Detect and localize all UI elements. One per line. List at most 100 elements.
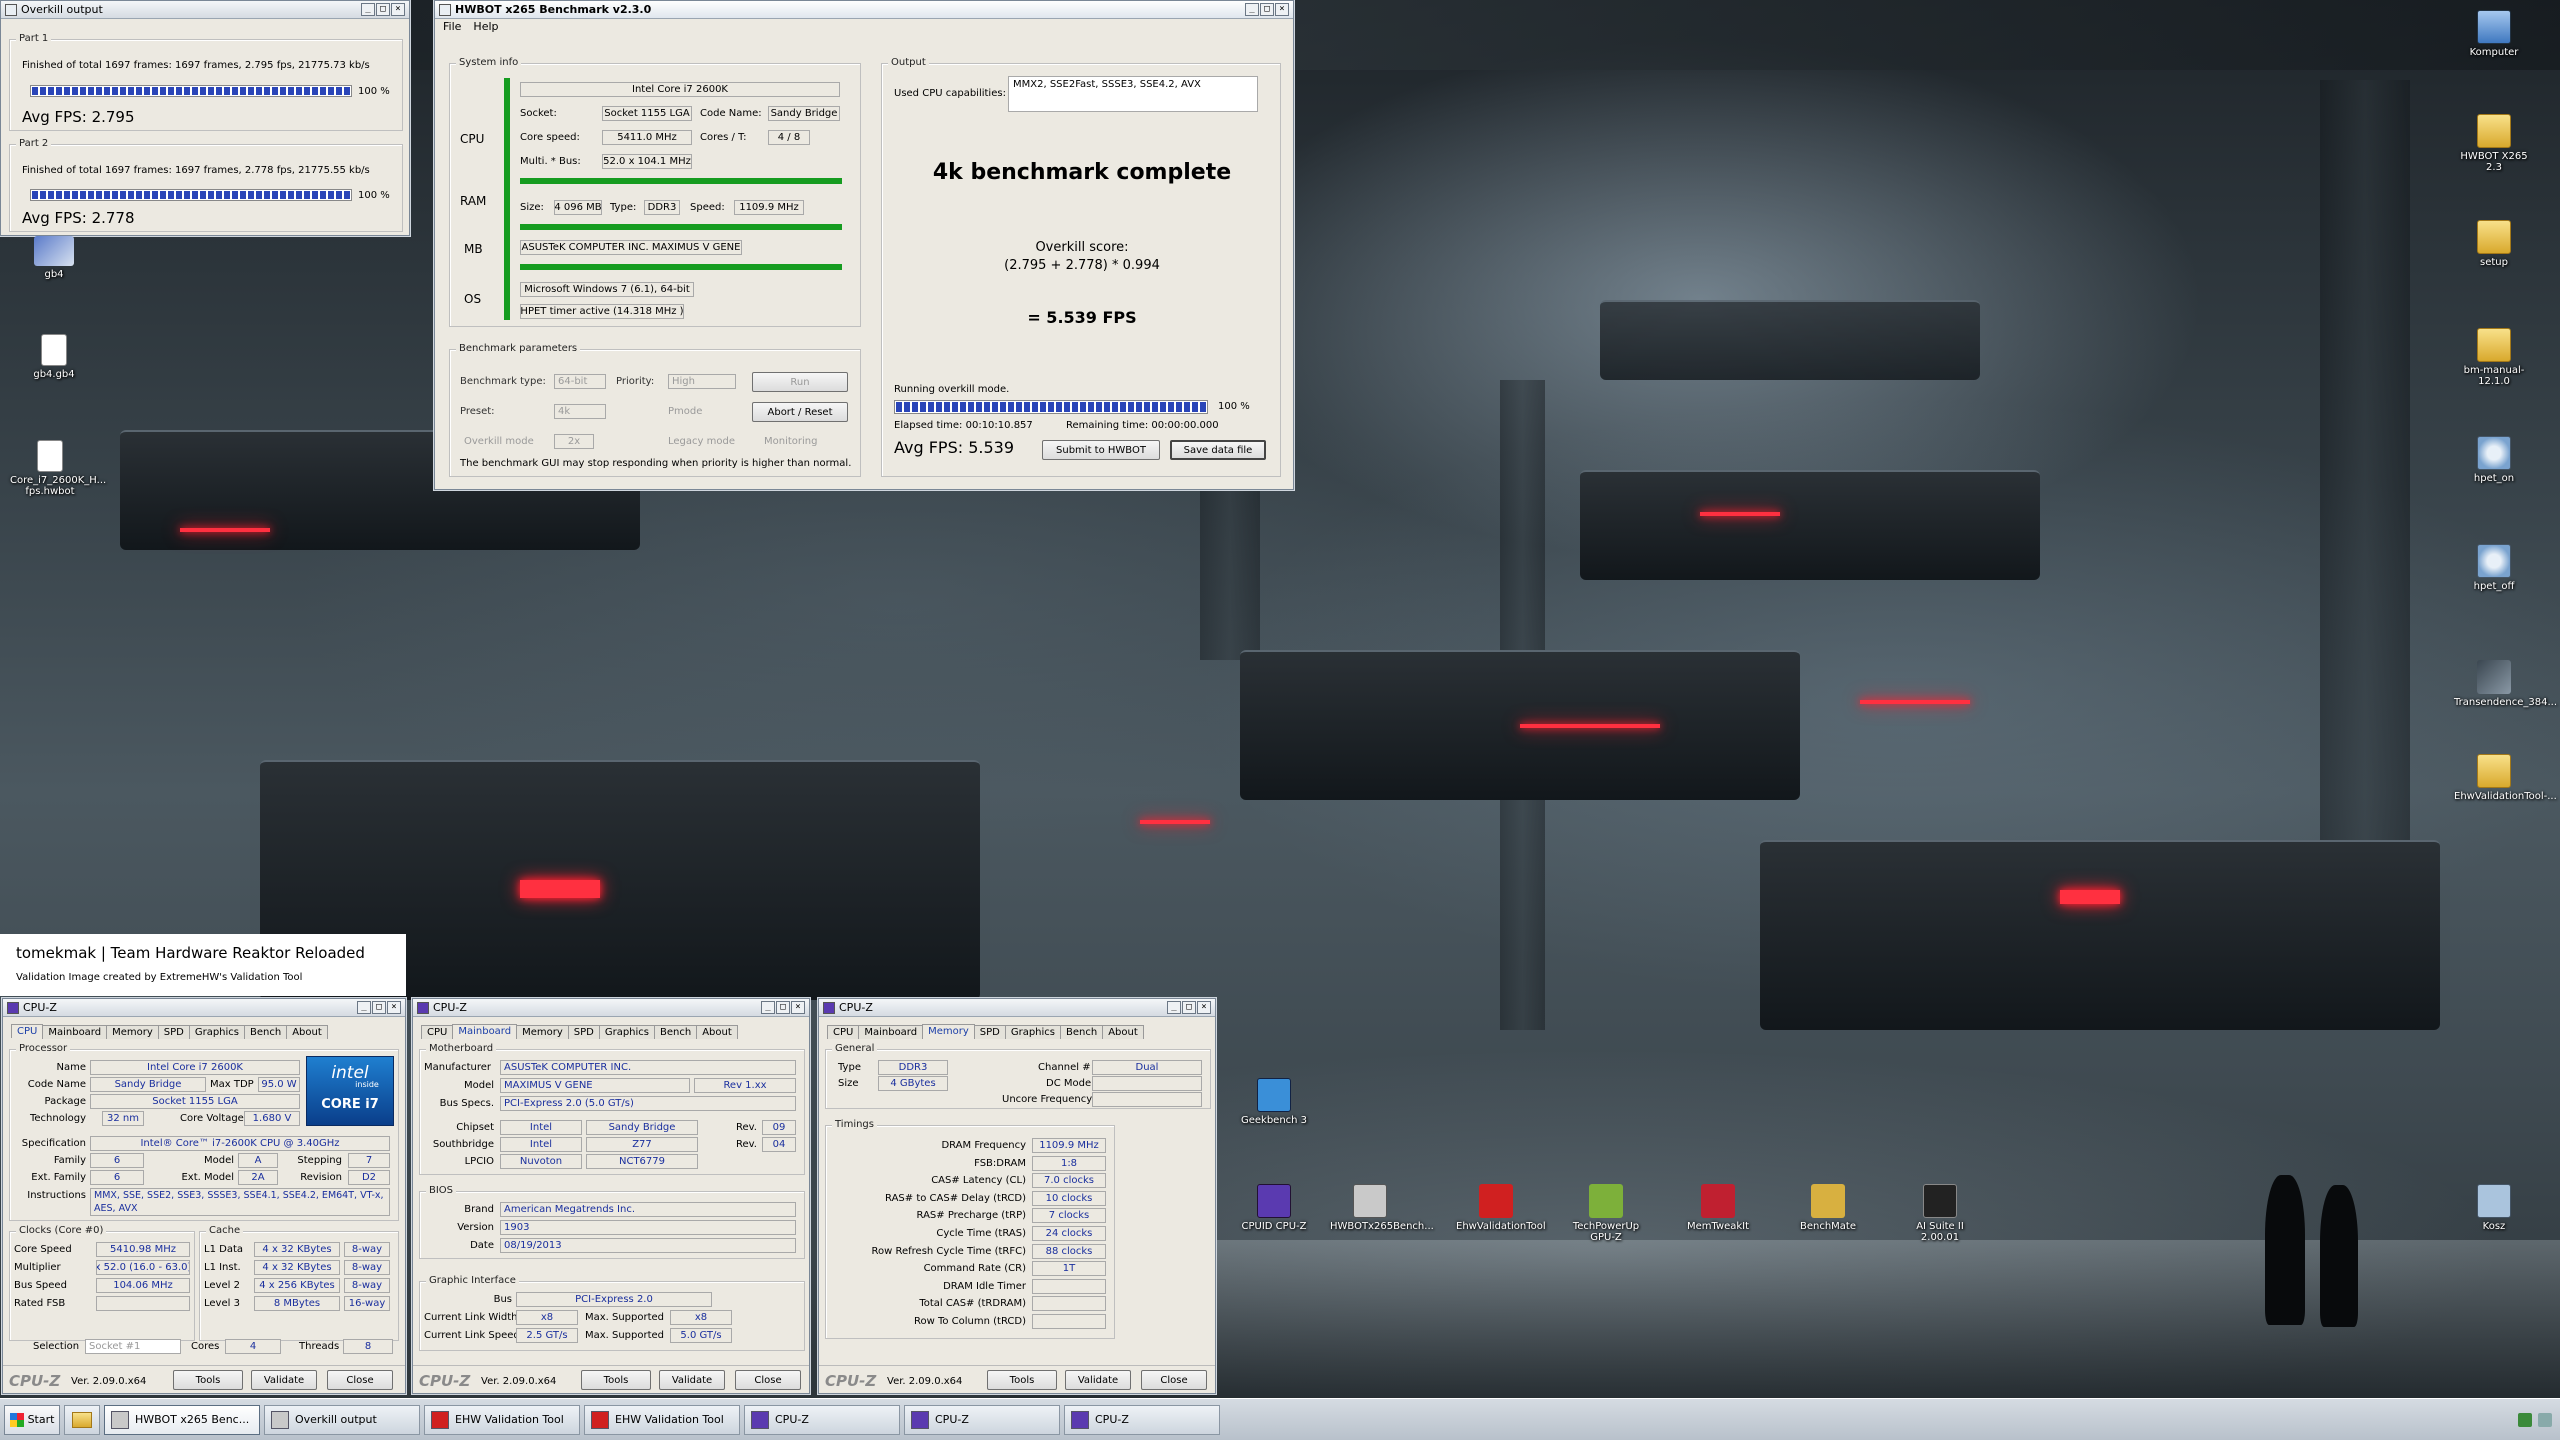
cpuz-mainboard-window[interactable]: CPU-Z _ □ × CPU Mainboard Memory SPD Graphics B… — [412, 998, 810, 1394]
minimize-button[interactable]: _ — [1245, 3, 1259, 16]
tab-cpu[interactable]: CPU — [11, 1024, 44, 1038]
taskbar-button[interactable]: CPU-Z — [904, 1404, 1060, 1435]
app-ai-suite[interactable]: AI Suite II 2.00.01 — [1900, 1184, 1980, 1243]
tab-graphics[interactable]: Graphics — [598, 1025, 656, 1039]
hwbot-window[interactable]: HWBOT x265 Benchmark v2.3.0 _ □ × File Help… — [434, 0, 1294, 490]
tools-button[interactable]: Tools — [581, 1370, 651, 1390]
tab-mainboard[interactable]: Mainboard — [452, 1024, 518, 1038]
tab-bench[interactable]: Bench — [244, 1025, 288, 1039]
menu-file[interactable]: File — [443, 20, 461, 33]
run-button[interactable]: Run — [752, 372, 848, 392]
tools-button[interactable]: Tools — [987, 1370, 1057, 1390]
app-cpuz[interactable]: CPUID CPU-Z — [1234, 1184, 1314, 1232]
app-memtweakit[interactable]: MemTweakIt — [1678, 1184, 1758, 1232]
tab-graphics[interactable]: Graphics — [1004, 1025, 1062, 1039]
cpuz-memory-window[interactable]: CPU-Z _ □ × CPU Mainboard Memory SPD Graphics B… — [818, 998, 1216, 1394]
minimize-button[interactable]: _ — [1167, 1001, 1181, 1014]
validate-button[interactable]: Validate — [251, 1370, 317, 1390]
tab-memory[interactable]: Memory — [106, 1025, 159, 1039]
desktop-icon-hwbot-result[interactable]: Core_i7_2600K_H... fps.hwbot — [10, 440, 106, 497]
maximize-button[interactable]: □ — [1182, 1001, 1196, 1014]
close-button[interactable]: Close — [735, 1370, 801, 1390]
tab-cpu[interactable]: CPU — [421, 1025, 454, 1039]
close-button[interactable]: × — [1197, 1001, 1211, 1014]
preset-select[interactable]: 4k — [554, 404, 606, 419]
tab-spd[interactable]: SPD — [973, 1025, 1006, 1039]
tab-cpu[interactable]: CPU — [827, 1025, 860, 1039]
app-ehw-validation[interactable]: EhwValidationTool — [1456, 1184, 1546, 1232]
title-bar[interactable]: CPU-Z _ □ × — [3, 999, 405, 1017]
validate-button[interactable]: Validate — [1065, 1370, 1131, 1390]
taskbar-button[interactable]: CPU-Z — [1064, 1404, 1220, 1435]
desktop-icon-bm-manual[interactable]: bm-manual-12.1.0 — [2454, 328, 2534, 387]
tab-bench[interactable]: Bench — [1060, 1025, 1104, 1039]
desktop-icon-transendence[interactable]: Transendence_384... — [2454, 660, 2557, 708]
save-data-button[interactable]: Save data file — [1170, 440, 1266, 460]
desktop-icon-hpet-on[interactable]: hpet_on — [2454, 436, 2534, 484]
desktop-icon-computer[interactable]: Komputer — [2454, 10, 2534, 58]
tray-volume-icon[interactable] — [2538, 1412, 2552, 1427]
legacy-checkbox[interactable]: Legacy mode — [668, 436, 735, 447]
close-button[interactable]: × — [791, 1001, 805, 1014]
minimize-button[interactable]: _ — [357, 1001, 371, 1014]
tab-graphics[interactable]: Graphics — [188, 1025, 246, 1039]
tab-about[interactable]: About — [696, 1025, 738, 1039]
close-button[interactable]: Close — [1141, 1370, 1207, 1390]
start-button[interactable]: Start — [4, 1404, 60, 1435]
tray-network-icon[interactable] — [2518, 1412, 2532, 1427]
taskbar-button[interactable]: EHW Validation Tool — [424, 1404, 580, 1435]
maximize-button[interactable]: □ — [376, 3, 390, 16]
desktop-icon-gb4-file[interactable]: gb4.gb4 — [14, 334, 94, 380]
bench-type-select[interactable]: 64-bit — [554, 374, 606, 389]
recycle-bin[interactable]: Kosz — [2454, 1184, 2534, 1232]
tab-spd[interactable]: SPD — [157, 1025, 190, 1039]
taskbar-button[interactable]: EHW Validation Tool — [584, 1404, 740, 1435]
title-bar[interactable]: Overkill output _ □ × — [1, 1, 409, 19]
taskbar-button[interactable]: Overkill output — [264, 1404, 420, 1435]
tools-button[interactable]: Tools — [173, 1370, 243, 1390]
pmode-checkbox[interactable]: Pmode — [668, 406, 702, 417]
desktop-icon-hwbot-folder[interactable]: HWBOT X265 2.3 — [2454, 114, 2534, 173]
minimize-button[interactable]: _ — [361, 3, 375, 16]
monitoring-checkbox[interactable]: Monitoring — [764, 436, 817, 447]
socket-select[interactable]: Socket #1 — [85, 1339, 181, 1354]
taskbar-button[interactable]: HWBOT x265 Benc... — [104, 1404, 260, 1435]
close-button[interactable]: Close — [327, 1370, 393, 1390]
cpuz-cpu-window[interactable]: CPU-Z _ □ × CPU Mainboard Memory SPD Graphics B… — [2, 998, 406, 1394]
title-bar[interactable]: CPU-Z _ □ × — [819, 999, 1215, 1017]
tab-memory[interactable]: Memory — [922, 1024, 975, 1038]
submit-hwbot-button[interactable]: Submit to HWBOT — [1042, 440, 1160, 460]
tab-memory[interactable]: Memory — [516, 1025, 569, 1039]
menu-help[interactable]: Help — [473, 20, 498, 33]
maximize-button[interactable]: □ — [1260, 3, 1274, 16]
minimize-button[interactable]: _ — [761, 1001, 775, 1014]
tab-mainboard[interactable]: Mainboard — [42, 1025, 108, 1039]
tab-about[interactable]: About — [1102, 1025, 1144, 1039]
tab-bench[interactable]: Bench — [654, 1025, 698, 1039]
overkill-select[interactable]: 2x — [554, 434, 594, 449]
app-gpuz[interactable]: TechPowerUp GPU-Z — [1566, 1184, 1646, 1243]
close-button[interactable]: × — [1275, 3, 1289, 16]
app-hwbot[interactable]: HWBOTx265Bench... — [1330, 1184, 1434, 1232]
tab-mainboard[interactable]: Mainboard — [858, 1025, 924, 1039]
tab-spd[interactable]: SPD — [567, 1025, 600, 1039]
maximize-button[interactable]: □ — [776, 1001, 790, 1014]
tab-about[interactable]: About — [286, 1025, 328, 1039]
priority-select[interactable]: High — [668, 374, 736, 389]
overkill-output-window[interactable]: Overkill output _ □ × Part 1 Finished of t… — [0, 0, 410, 236]
desktop-icon-ehw-folder[interactable]: EhwValidationTool-... — [2454, 754, 2557, 802]
desktop-icon-gb4[interactable]: gb4 — [14, 236, 94, 280]
taskbar-button[interactable]: CPU-Z — [744, 1404, 900, 1435]
validate-button[interactable]: Validate — [659, 1370, 725, 1390]
explorer-button[interactable] — [64, 1404, 100, 1435]
abort-reset-button[interactable]: Abort / Reset — [752, 402, 848, 422]
close-button[interactable]: × — [387, 1001, 401, 1014]
desktop-icon-setup[interactable]: setup — [2454, 220, 2534, 268]
maximize-button[interactable]: □ — [372, 1001, 386, 1014]
title-bar[interactable]: CPU-Z _ □ × — [413, 999, 809, 1017]
title-bar[interactable]: HWBOT x265 Benchmark v2.3.0 _ □ × — [435, 1, 1293, 19]
app-benchmate[interactable]: BenchMate — [1788, 1184, 1868, 1232]
overkill-checkbox[interactable]: Overkill mode — [464, 436, 534, 447]
desktop-icon-hpet-off[interactable]: hpet_off — [2454, 544, 2534, 592]
close-button[interactable]: × — [391, 3, 405, 16]
